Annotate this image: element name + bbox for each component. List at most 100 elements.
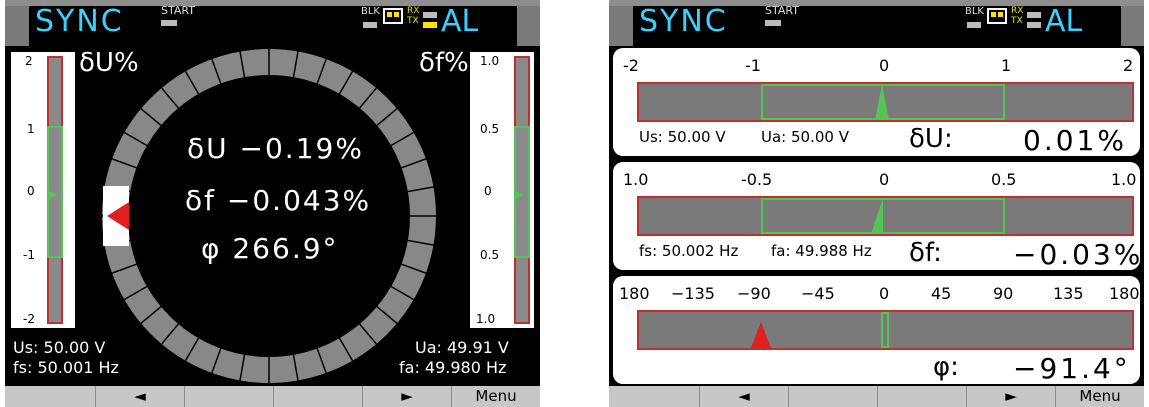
header-bar: SYNC START BLK RX TX AL — [5, 0, 540, 46]
scale-tick: 90 — [993, 284, 1014, 303]
sync-screen-circular: SYNC START BLK RX TX AL 2 1 0 -1 -2 δU% — [5, 0, 540, 407]
fa-frequency: fa: 49.980 Hz — [399, 358, 507, 377]
scale-tick: 0 — [879, 170, 890, 189]
phase-tolerance-zone — [881, 312, 889, 348]
fs-frequency: fs: 50.002 Hz — [639, 242, 739, 260]
rx-indicator — [1027, 12, 1041, 18]
start-label: START — [765, 4, 799, 17]
scale-tick: 2 — [25, 54, 33, 68]
softkey-bar: ◄ ► Menu — [609, 386, 1144, 407]
frequency-diff-param: δf: — [909, 238, 942, 268]
start-indicator — [161, 20, 177, 26]
frequency-diff-bar — [514, 56, 530, 324]
prev-button[interactable]: ◄ — [96, 386, 185, 407]
rx-label: RX — [407, 6, 420, 16]
voltage-diff-panel: -2 -1 0 1 2 Us: 50.00 V Ua: 50.00 V δU: … — [613, 48, 1140, 156]
start-indicator — [765, 20, 781, 26]
tx-label: TX — [407, 16, 419, 26]
scale-tick: 0 — [27, 184, 35, 198]
frequency-tolerance-zone — [761, 198, 1005, 234]
lock-icon — [987, 8, 1007, 24]
alarm-label: AL — [1045, 4, 1083, 39]
voltage-diff-value: 0.01% — [1023, 124, 1127, 156]
ua-voltage: Ua: 49.91 V — [415, 338, 509, 357]
frequency-diff-bar — [637, 196, 1134, 236]
phase-angle-bar — [637, 310, 1134, 350]
scale-tick: 180 — [619, 284, 650, 303]
voltage-diff-readout: δU −0.19% — [187, 132, 364, 165]
prev-button[interactable]: ◄ — [700, 386, 789, 407]
voltage-diff-scale: 2 1 0 -1 -2 — [11, 52, 75, 328]
phase-pointer — [751, 322, 771, 348]
blk-indicator — [363, 22, 377, 28]
voltage-pointer — [875, 84, 889, 120]
scale-tick: 45 — [931, 284, 952, 303]
rx-indicator — [423, 12, 437, 18]
blk-label: BLK — [965, 6, 984, 17]
us-voltage: Us: 50.00 V — [13, 338, 106, 357]
scale-tick: -1 — [23, 248, 35, 262]
scale-tick: −90 — [737, 284, 771, 303]
tx-indicator — [423, 22, 437, 28]
next-button[interactable]: ► — [967, 386, 1056, 407]
phase-angle-panel: 180 −135 −90 −45 0 45 90 135 180 φ: −91.… — [613, 276, 1140, 384]
blk-label: BLK — [361, 6, 380, 17]
next-button[interactable]: ► — [363, 386, 452, 407]
frequency-diff-panel: 1.0 -0.5 0 0.5 1.0 fs: 50.002 Hz fa: 49.… — [613, 162, 1140, 270]
voltage-pointer — [47, 190, 57, 200]
sync-screen-bars: SYNC START BLK RX TX AL -2 -1 0 1 2 Us: … — [609, 0, 1144, 407]
phase-angle-value: −91.4° — [1013, 352, 1131, 384]
ua-voltage: Ua: 50.00 V — [761, 128, 849, 146]
softkey-bar: ◄ ► Menu — [5, 386, 540, 407]
screen-title: SYNC — [35, 4, 124, 39]
main-display: -2 -1 0 1 2 Us: 50.00 V Ua: 50.00 V δU: … — [609, 46, 1144, 386]
scale-tick: 0 — [879, 284, 890, 303]
blk-indicator — [967, 22, 981, 28]
scale-tick: -0.5 — [741, 170, 773, 189]
softkey-4[interactable] — [878, 386, 967, 407]
scale-tick: 0 — [484, 184, 492, 198]
softkey-1[interactable] — [609, 386, 700, 407]
phase-angle-param: φ: — [933, 352, 959, 382]
softkey-4[interactable] — [274, 386, 363, 407]
scale-tick: 1.0 — [623, 170, 649, 189]
frequency-pointer — [871, 198, 883, 234]
scale-tick: 1.0 — [1111, 170, 1137, 189]
rx-label: RX — [1011, 6, 1024, 16]
menu-button[interactable]: Menu — [1056, 386, 1144, 407]
screen-title: SYNC — [639, 4, 728, 39]
alarm-label: AL — [441, 4, 479, 39]
phase-angle-readout: φ 266.9° — [201, 232, 339, 265]
lock-icon — [383, 8, 403, 24]
scale-tick: 1 — [27, 122, 35, 136]
frequency-diff-readout: δf −0.043% — [185, 184, 372, 217]
fs-frequency: fs: 50.001 Hz — [13, 358, 119, 377]
scale-tick: 0 — [879, 56, 890, 75]
voltage-diff-bar — [47, 56, 63, 324]
scale-tick: -1 — [745, 56, 761, 75]
softkey-3[interactable] — [789, 386, 878, 407]
scale-tick: 0.5 — [480, 248, 500, 262]
scale-tick: 2 — [1123, 56, 1134, 75]
scale-tick: 1.0 — [480, 54, 500, 68]
scale-tick: 1.0 — [476, 312, 496, 326]
scale-tick: -2 — [623, 56, 639, 75]
voltage-diff-param: δU: — [909, 124, 953, 154]
softkey-3[interactable] — [185, 386, 274, 407]
scale-tick: 135 — [1053, 284, 1084, 303]
start-label: START — [161, 4, 195, 17]
softkey-1[interactable] — [5, 386, 96, 407]
scale-tick: 0.5 — [991, 170, 1017, 189]
scale-tick: 0.5 — [480, 122, 500, 136]
us-voltage: Us: 50.00 V — [639, 128, 726, 146]
frequency-pointer — [514, 190, 524, 200]
voltage-diff-bar — [637, 82, 1134, 122]
header-bar: SYNC START BLK RX TX AL — [609, 0, 1144, 46]
menu-button[interactable]: Menu — [452, 386, 540, 407]
main-display: 2 1 0 -1 -2 δU% 1.0 0.5 0 0.5 1.0 δf% δU… — [5, 46, 540, 386]
tx-indicator — [1027, 22, 1041, 28]
scale-tick: −135 — [671, 284, 715, 303]
scale-tick: 1 — [1001, 56, 1012, 75]
scale-tick: 180 — [1109, 284, 1140, 303]
frequency-diff-scale: 1.0 0.5 0 0.5 1.0 — [470, 52, 534, 328]
